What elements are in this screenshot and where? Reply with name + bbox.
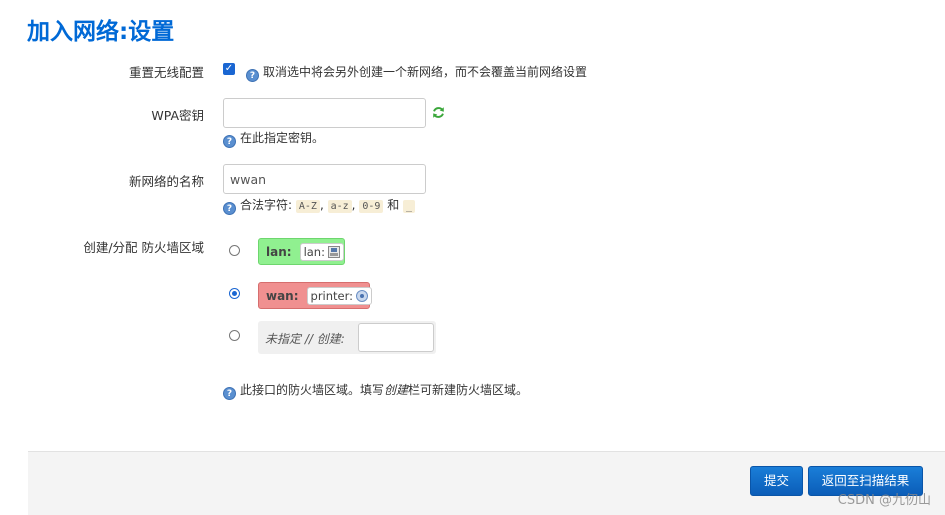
firewall-zone-help: ? 此接口的防火墙区域。填写创建栏可新建防火墙区域。 [223,381,528,400]
zone-radio-new[interactable] [229,330,240,341]
wpa-key-input[interactable] [223,98,426,128]
zone-radio-wan[interactable] [229,288,240,299]
network-name-input[interactable] [223,164,426,194]
zone-name: wan: [266,288,299,303]
zone-create-label: 未指定 // 创建: [265,332,345,346]
char-range: a-z [327,200,352,213]
zone-name: lan: [266,244,292,259]
wireless-icon [356,289,369,302]
network-name-label: 新网络的名称 [128,174,204,189]
zone-interface: lan: [299,242,344,261]
help-icon: ? [223,202,236,215]
wpa-key-label: WPA密钥 [151,108,204,123]
submit-button[interactable]: 提交 [750,466,803,496]
help-icon: ? [223,135,236,148]
wpa-key-help: ? 在此指定密钥。 [223,129,324,148]
network-name-help: ? 合法字符: A-Z, a-z, 0-9 和 _ [223,196,416,215]
zone-create: 未指定 // 创建: [258,321,436,354]
network-port-icon [327,245,340,258]
zone-lan[interactable]: lan: lan: [258,238,345,265]
watermark: CSDN @九仞山 [837,493,931,508]
firewall-zone-label: 创建/分配 防火墙区域 [83,240,204,255]
char-range: _ [403,200,416,213]
help-icon: ? [223,387,236,400]
zone-wan[interactable]: wan: printer: [258,282,373,309]
help-icon: ? [246,69,259,82]
char-range: A-Z [295,200,320,213]
zone-interface: printer: [306,286,373,305]
reset-wireless-checkbox[interactable]: ✓ [223,63,235,75]
zone-create-input[interactable] [358,323,434,352]
zone-radio-lan[interactable] [229,245,240,256]
page-title: 加入网络:设置 [27,19,175,45]
refresh-icon[interactable] [432,106,445,119]
char-range: 0-9 [359,200,384,213]
reset-wireless-help: ? 取消选中将会另外创建一个新网络，而不会覆盖当前网络设置 [246,63,587,82]
reset-wireless-label: 重置无线配置 [128,65,204,80]
